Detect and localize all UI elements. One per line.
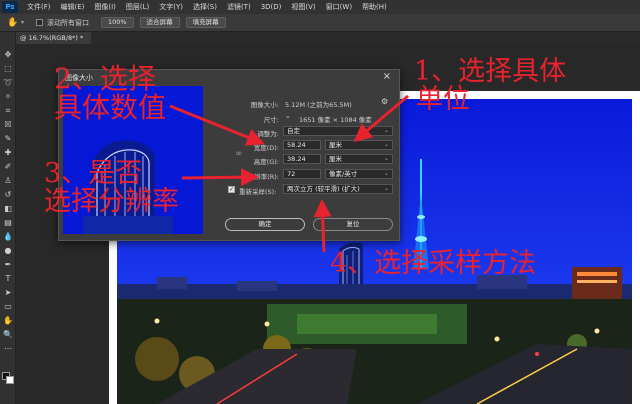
annotation-step1: 1、选择具体 单位: [414, 56, 567, 116]
annotation-step3: 3、是否 选择分辨率: [44, 158, 179, 218]
annotation-step3-line1: 3、是否: [44, 158, 143, 189]
annotation-step2-line2: 具体数值: [54, 91, 167, 125]
arrow-to-resample: [313, 199, 332, 253]
annotation-step3-line2: 选择分辨率: [44, 186, 179, 218]
arrow-to-resolution: [181, 168, 259, 187]
annotation-step2: 2、选择 具体数值: [54, 64, 166, 123]
annotation-step2-line1: 2、选择: [54, 62, 156, 95]
arrow-to-value: [169, 104, 265, 146]
arrow-to-unit: [353, 94, 409, 142]
annotation-step1-line2: 单位: [416, 84, 470, 116]
annotation-step1-line1: 1、选择具体: [414, 56, 567, 87]
annotation-step4: 4、选择采样方法: [330, 248, 537, 279]
